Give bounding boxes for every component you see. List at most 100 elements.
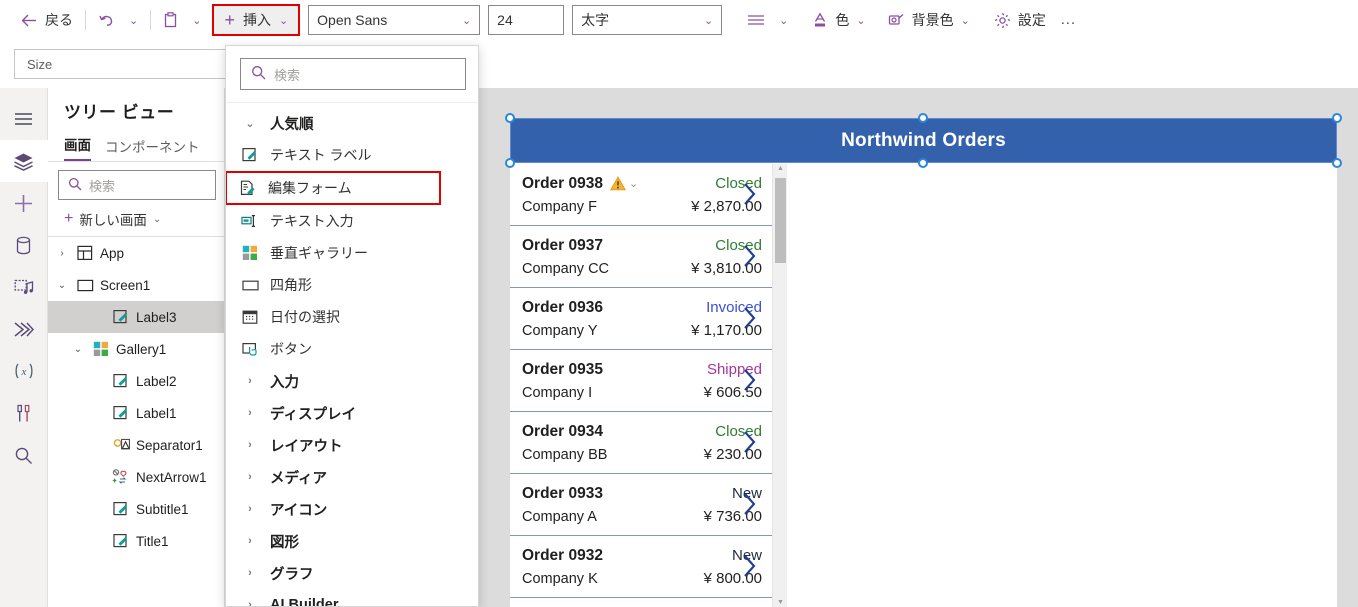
plus-icon[interactable] [0,182,48,224]
menu-item-11[interactable]: › メディア [226,461,478,493]
orders-gallery[interactable]: Order 0938 ⌄ Closed Company F ¥ 2,870.00 Orde… [510,164,772,607]
menu-item-9[interactable]: › ディスプレイ [226,397,478,429]
menu-item-1[interactable]: テキスト ラベル [226,139,478,171]
tree-item-app[interactable]: › App [48,237,224,269]
tree-item-label1[interactable]: Label1 [48,397,224,429]
tree-item-gallery1[interactable]: ⌄ Gallery1 [48,333,224,365]
resize-handle-top-right[interactable] [1332,113,1342,123]
menu-item-13[interactable]: › 図形 [226,525,478,557]
font-family-value: Open Sans [317,12,388,28]
tree-search-input[interactable]: 検索 [58,170,216,200]
font-weight-select[interactable]: 太字 ⌄ [572,5,723,35]
resize-handle-bottom-right[interactable] [1332,158,1342,168]
menu-item-15[interactable]: › AI Builder [226,589,478,606]
menu-item-8[interactable]: › 入力 [226,365,478,397]
tools-icon[interactable] [0,392,48,434]
next-arrow-icon [112,469,130,485]
menu-item-0[interactable]: ⌄ 人気順 [226,107,478,139]
settings-label: 設定 [1017,12,1046,28]
tree-view-tabs: 画面 コンポーネント [48,132,224,162]
variables-icon[interactable]: x [0,350,48,392]
gallery-row[interactable]: Order 0936 Invoiced Company Y ¥ 1,170.00 [510,288,772,350]
menu-item-5[interactable]: 四角形 [226,269,478,301]
next-arrow-icon[interactable] [741,552,758,585]
scrollbar-thumb[interactable] [775,178,786,263]
menu-item-10[interactable]: › レイアウト [226,429,478,461]
menu-item-6[interactable]: 日付の選択 [226,301,478,333]
tree-item-title1[interactable]: Title1 [48,525,224,557]
database-icon[interactable] [0,224,48,266]
tree-item-label: Separator1 [136,437,203,453]
tree-item-label3[interactable]: Label3 [48,301,224,333]
warning-icon[interactable] [610,176,626,191]
tree-item-label2[interactable]: Label2 [48,365,224,397]
chevron-down-icon[interactable]: ⌄ [629,177,638,190]
tab-components[interactable]: コンポーネント [105,136,200,161]
next-arrow-icon[interactable] [741,180,758,213]
undo-dropdown[interactable]: ⌄ [122,5,145,35]
undo-button[interactable] [91,5,122,35]
scroll-down-icon[interactable]: ▼ [777,599,784,606]
gallery-row[interactable]: Order 0934 Closed Company BB ¥ 230.00 [510,412,772,474]
overflow-button[interactable]: … [1053,5,1084,35]
insert-button[interactable]: + 挿入 ⌄ [212,4,301,36]
next-arrow-icon[interactable] [741,366,758,399]
text-align-dropdown[interactable]: ⌄ [772,5,795,35]
menu-item-2[interactable]: 編集フォーム [226,171,441,205]
hamburger-icon[interactable] [0,98,48,140]
scroll-up-icon[interactable]: ▲ [777,165,784,172]
button-icon [240,342,260,357]
tree-item-nextarrow1[interactable]: NextArrow1 [48,461,224,493]
next-arrow-icon[interactable] [741,304,758,337]
menu-item-4[interactable]: 垂直ギャラリー [226,237,478,269]
chevron-down-icon[interactable]: ⌄ [70,344,86,355]
back-arrow-icon [21,13,38,28]
layers-icon[interactable] [0,140,48,182]
gallery-row[interactable]: Order 0932 New Company K ¥ 800.00 [510,536,772,598]
font-color-button[interactable]: 色 ⌄ [805,5,872,35]
gear-icon [994,12,1011,29]
tree-item-label: App [100,245,125,261]
paste-dropdown[interactable]: ⌄ [185,5,208,35]
resize-handle-top-center[interactable] [918,113,928,123]
tree-item-subtitle1[interactable]: Subtitle1 [48,493,224,525]
company-name: Company F [522,198,597,215]
settings-button[interactable]: 設定 [987,5,1053,35]
new-screen-button[interactable]: + 新しい画面 ⌄ [48,204,224,237]
menu-item-12[interactable]: › アイコン [226,493,478,525]
next-arrow-icon[interactable] [741,242,758,275]
screen-header-banner[interactable]: Northwind Orders [510,118,1337,163]
search-icon[interactable] [0,434,48,476]
gallery-row[interactable]: Order 0935 Shipped Company I ¥ 606.50 [510,350,772,412]
menu-item-3[interactable]: テキスト入力 [226,205,478,237]
back-button[interactable]: 戻る [14,5,80,35]
resize-handle-bottom-left[interactable] [505,158,515,168]
next-arrow-icon[interactable] [741,490,758,523]
insert-search-input[interactable]: 検索 [240,58,466,90]
menu-item-7[interactable]: ボタン [226,333,478,365]
flows-icon[interactable] [0,308,48,350]
gallery-row[interactable]: Order 0937 Closed Company CC ¥ 3,810.00 [510,226,772,288]
gallery-row[interactable]: Order 0933 New Company A ¥ 736.00 [510,474,772,536]
paste-button[interactable] [156,5,185,35]
menu-item-label: メディア [270,470,327,487]
text-align-button[interactable] [740,5,772,35]
next-arrow-icon[interactable] [741,428,758,461]
tab-screens[interactable]: 画面 [64,134,91,161]
tree-item-separator1[interactable]: Separator1 [48,429,224,461]
gallery-row[interactable]: Order 0938 ⌄ Closed Company F ¥ 2,870.00 [510,164,772,226]
chevron-right-icon: › [248,567,252,579]
menu-item-label: テキスト入力 [270,213,354,229]
media-icon[interactable] [0,266,48,308]
fill-color-button[interactable]: 背景色 ⌄ [881,5,977,35]
tree-item-screen1[interactable]: ⌄ Screen1 [48,269,224,301]
resize-handle-bottom-center[interactable] [918,158,928,168]
font-family-select[interactable]: Open Sans ⌄ [308,5,481,35]
font-size-input[interactable]: 24 [488,5,565,35]
menu-item-14[interactable]: › グラフ [226,557,478,589]
resize-handle-top-left[interactable] [505,113,515,123]
gallery-scrollbar[interactable]: ▲ ▼ [772,164,787,607]
chevron-right-icon[interactable]: › [54,248,70,259]
chevron-down-icon[interactable]: ⌄ [54,280,70,291]
fill-color-label: 背景色 [911,12,954,28]
